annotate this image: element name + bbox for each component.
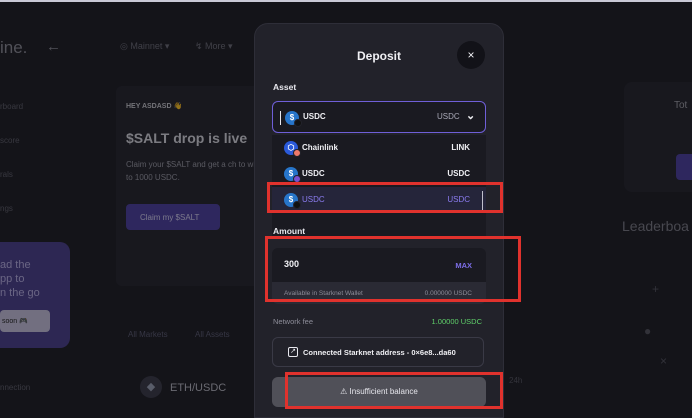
amount-label: Amount: [273, 226, 306, 236]
asset-option-chainlink[interactable]: ⬡ Chainlink LINK: [272, 135, 486, 161]
highlight-selected-option: [267, 182, 503, 213]
chainlink-icon: ⬡: [284, 141, 301, 157]
usdc-icon: $: [285, 111, 302, 127]
connected-address-button[interactable]: ↗ Connected Starknet address - 0×6e8...d…: [272, 337, 484, 367]
network-fee-label: Network fee: [273, 317, 314, 326]
selected-asset-symbol: USDC: [437, 112, 460, 121]
network-fee-value: 1.00000 USDC: [431, 317, 482, 326]
external-link-icon: ↗: [288, 347, 298, 357]
connected-address-text: Connected Starknet address - 0×6e8...da6…: [303, 348, 456, 357]
highlight-insufficient-balance: [285, 372, 503, 409]
text-caret: [280, 111, 281, 125]
chevron-down-icon: ⌄: [466, 110, 476, 122]
option-symbol: USDC: [447, 169, 470, 178]
asset-label: Asset: [273, 82, 297, 92]
option-symbol: LINK: [451, 143, 470, 152]
option-name: Chainlink: [302, 143, 339, 152]
selected-asset-name: USDC: [303, 112, 326, 121]
option-name: USDC: [302, 169, 325, 178]
usdc-icon: $: [284, 167, 301, 183]
deposit-modal: Deposit × Asset $ USDC USDC ⌄ ⬡ Chainlin…: [254, 23, 504, 418]
asset-select[interactable]: $ USDC USDC ⌄: [272, 101, 486, 133]
close-button[interactable]: ×: [457, 41, 485, 69]
highlight-amount: [265, 236, 521, 302]
